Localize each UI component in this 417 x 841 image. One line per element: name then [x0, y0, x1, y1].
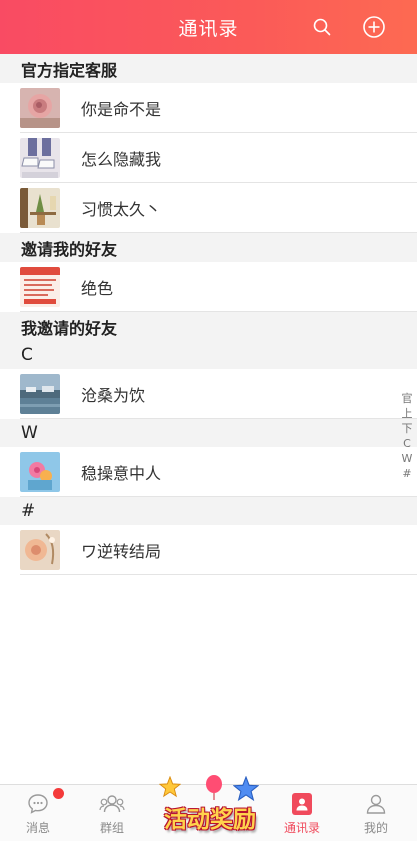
avatar [20, 267, 60, 307]
plus-circle-icon [363, 16, 385, 38]
section-header: 邀请我的好友 [0, 233, 417, 262]
index-letter[interactable]: # [402, 466, 411, 481]
star-icon [159, 776, 181, 798]
section-header: 官方指定客服 [0, 54, 417, 83]
activity-reward-button[interactable]: 活动奖励 [155, 770, 265, 840]
contact-row[interactable]: 稳操意中人 [0, 447, 417, 497]
index-letter[interactable]: 下 [402, 421, 413, 436]
tab-label: 群组 [99, 821, 124, 835]
avatar [20, 374, 60, 414]
contact-row[interactable]: 你是命不是 [0, 83, 417, 133]
tab-label: 消息 [25, 821, 50, 835]
contact-name: 稳操意中人 [81, 464, 162, 483]
contact-row[interactable]: 怎么隐藏我 [0, 133, 417, 183]
section-header: C [0, 341, 417, 369]
add-button[interactable] [360, 13, 388, 41]
contact-row[interactable]: 沧桑为饮 [0, 369, 417, 419]
avatar [20, 530, 60, 570]
address-book-icon [292, 793, 312, 815]
search-button[interactable] [308, 13, 336, 41]
tab-messages[interactable]: 消息 [8, 785, 68, 841]
contact-row[interactable]: ワ逆转结局 [0, 525, 417, 575]
tab-label: 通讯录 [283, 821, 320, 835]
promo-label: 活动奖励 [164, 807, 256, 833]
contact-name: 习惯太久丶 [81, 200, 162, 219]
contact-name: ワ逆转结局 [81, 542, 162, 561]
person-icon [366, 794, 386, 814]
section-header: W [0, 419, 417, 447]
tab-label: 我的 [363, 821, 388, 835]
alphabet-index-bar[interactable]: 官 上 下 C W # [400, 391, 414, 481]
avatar [20, 188, 60, 228]
tab-mine[interactable]: 我的 [346, 785, 406, 841]
search-icon [313, 18, 331, 36]
contact-list[interactable]: 官方指定客服 你是命不是 怎么隐藏我 习惯太久丶 邀请我的好友 绝色 我邀请的好… [0, 54, 417, 784]
index-letter[interactable]: C [403, 436, 411, 451]
contact-row[interactable]: 习惯太久丶 [0, 183, 417, 233]
notification-badge [53, 788, 64, 799]
star-icon [233, 776, 259, 802]
index-letter[interactable]: W [402, 451, 413, 466]
contact-name: 你是命不是 [81, 100, 162, 119]
avatar [20, 88, 60, 128]
avatar [20, 452, 60, 492]
contact-name: 绝色 [81, 279, 114, 298]
index-letter[interactable]: 官 [402, 391, 413, 406]
balloon-icon [206, 775, 222, 800]
avatar [20, 138, 60, 178]
section-header: # [0, 497, 417, 525]
top-navigation-bar: 通讯录 [0, 0, 417, 54]
group-icon [99, 795, 125, 813]
index-letter[interactable]: 上 [402, 406, 413, 421]
section-header: 我邀请的好友 [0, 312, 417, 341]
contact-row[interactable]: 绝色 [0, 262, 417, 312]
contact-name: 沧桑为饮 [81, 386, 146, 405]
tab-groups[interactable]: 群组 [82, 785, 142, 841]
chat-bubble-icon [28, 794, 48, 814]
page-title: 通讯录 [178, 17, 239, 40]
contact-name: 怎么隐藏我 [81, 150, 162, 169]
tab-contacts[interactable]: 通讯录 [272, 785, 332, 841]
